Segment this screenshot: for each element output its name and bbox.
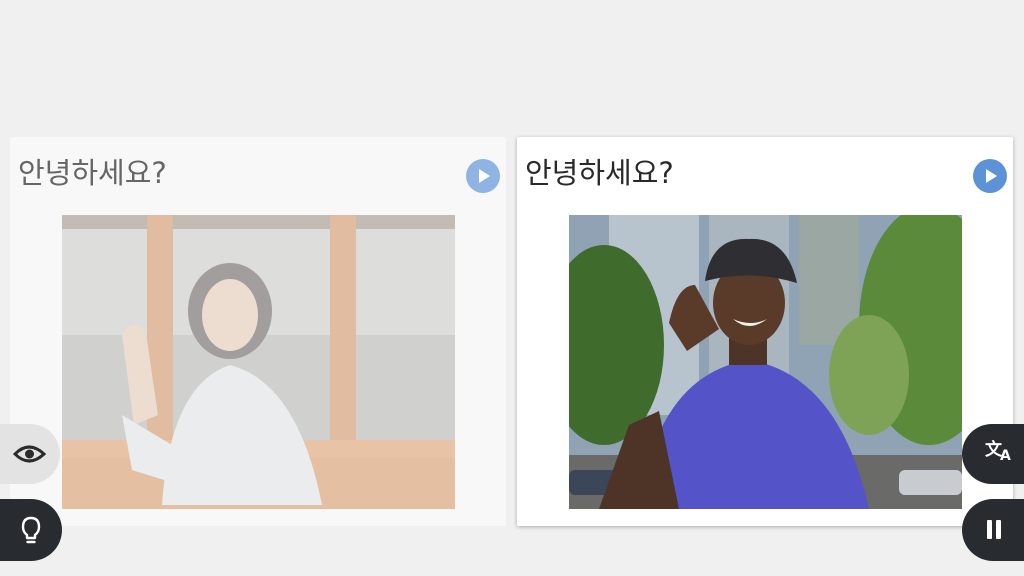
card-photo [569,215,962,509]
play-audio-button[interactable] [973,159,1007,193]
hint-button[interactable] [0,499,62,561]
stage: 안녕하세요? 안녕하세요? 文A [0,0,1024,576]
answer-card-2[interactable]: 안녕하세요? [517,137,1013,526]
play-icon [986,169,997,183]
card-prompt: 안녕하세요? [18,156,167,190]
card-photo [62,215,455,509]
translate-icon: 文A [985,440,1011,464]
play-icon [479,169,490,183]
pause-button[interactable] [962,499,1024,561]
card-prompt: 안녕하세요? [525,156,674,190]
lightbulb-icon [21,516,41,544]
pause-icon [987,520,1001,539]
answer-card-1[interactable]: 안녕하세요? [10,137,506,526]
play-audio-button[interactable] [466,159,500,193]
eye-icon [12,445,47,463]
translate-button[interactable]: 文A [962,424,1024,484]
show-answer-button[interactable] [0,424,60,484]
